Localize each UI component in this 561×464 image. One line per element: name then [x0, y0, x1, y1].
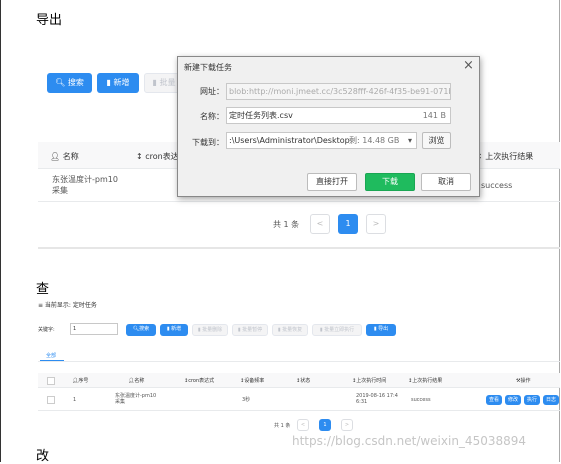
- log-button[interactable]: 日志: [543, 395, 559, 405]
- left-border: [0, 0, 1, 462]
- name-label: 名称：: [200, 112, 224, 121]
- b-col-cron: ↕cron表达式: [184, 378, 215, 384]
- cancel-button[interactable]: 取消: [421, 173, 471, 191]
- tab-all[interactable]: 全部: [46, 352, 56, 359]
- keyword-input[interactable]: 1: [70, 323, 118, 335]
- col-last-result-header: ↕ 上次执行结果: [476, 151, 533, 162]
- b-batch-resume-button[interactable]: ▮ 批量恢复: [272, 324, 308, 336]
- add-button[interactable]: ▮ 新增: [97, 73, 139, 93]
- search-icon: 🔍︎: [55, 78, 66, 87]
- row-result: success: [481, 181, 513, 190]
- file-icon: ▮: [106, 78, 111, 87]
- b-search-button[interactable]: 🔍︎搜索: [126, 324, 156, 336]
- filename-field[interactable]: 定时任务列表.csv 141 B: [226, 107, 451, 124]
- b-batch-pause-button[interactable]: ▮ 批量暂停: [232, 324, 268, 336]
- heading-edit: 改: [36, 449, 50, 464]
- right-border: [559, 0, 560, 462]
- sort-icon: ↕: [136, 152, 143, 161]
- keyword-label: 关键字:: [38, 327, 55, 333]
- b-row-time: 2019-08-16 17:4 6:31: [356, 393, 398, 405]
- file-icon: ▮: [197, 327, 201, 333]
- b-col-freq: ↕设备频率: [240, 378, 265, 384]
- dialog-title: 新建下载任务: [184, 63, 232, 72]
- b-row-name: 东张温度计-pm10 采集: [115, 393, 157, 405]
- file-icon: ▮: [373, 326, 377, 332]
- b-total: 共 1 条: [274, 423, 291, 429]
- path-select[interactable]: :\Users\Administrator\Desktop 剩: 14.48 G…: [226, 132, 417, 149]
- b-batch-run-button[interactable]: ▮ 批量立即执行: [312, 324, 362, 336]
- tabs-divider: [38, 361, 560, 362]
- heading-query: 查: [36, 282, 50, 297]
- file-size: 141 B: [422, 111, 446, 120]
- b-row-divider: [38, 410, 560, 411]
- prev-page-button[interactable]: <: [310, 214, 330, 234]
- b-export-button[interactable]: ▮ 导出: [366, 324, 396, 336]
- open-directly-button[interactable]: 直接打开: [307, 173, 357, 191]
- chevron-down-icon: ▾: [407, 136, 412, 145]
- user-icon: 👤︎: [50, 152, 61, 161]
- url-label: 网址：: [200, 87, 224, 96]
- row-checkbox[interactable]: [47, 396, 55, 404]
- b-col-status: ↕状态: [296, 378, 311, 384]
- url-field[interactable]: blob:http://moni.jmeet.cc/3c528fff-426f-…: [226, 83, 451, 100]
- file-icon: ▮: [319, 327, 323, 333]
- b-next-page-button[interactable]: >: [341, 419, 353, 431]
- b-col-name: 👤︎名称: [128, 378, 145, 384]
- free-space: 剩: 14.48 GB: [349, 136, 400, 145]
- edit-button[interactable]: 修改: [505, 395, 521, 405]
- file-icon: ▮: [166, 326, 170, 332]
- close-icon[interactable]: ×: [463, 58, 474, 73]
- b-col-index: 👤︎序号: [72, 378, 89, 384]
- path-label: 下载到：: [192, 138, 224, 147]
- b-row-result: success: [411, 397, 431, 403]
- watermark: https://blog.csdn.net/weixin_45038894: [292, 434, 527, 448]
- top-total: 共 1 条: [273, 220, 300, 229]
- search-button[interactable]: 🔍︎ 搜索: [47, 73, 92, 93]
- b-row-index: 1: [73, 397, 77, 403]
- select-all-checkbox[interactable]: [47, 377, 55, 385]
- row-name: 东张温度计-pm10 采集: [52, 175, 118, 195]
- col-name-header: 👤︎ 名称: [50, 152, 79, 161]
- file-icon: ▮: [277, 327, 281, 333]
- b-prev-page-button[interactable]: <: [297, 419, 309, 431]
- b-col-actions: ⚒操作: [516, 378, 531, 384]
- b-page-1-button[interactable]: 1: [319, 419, 331, 431]
- download-button[interactable]: 下载: [365, 173, 415, 191]
- top-screenshot-bottom-border: [38, 247, 560, 249]
- top-row-divider: [38, 201, 560, 202]
- view-button[interactable]: 查看: [486, 395, 502, 405]
- b-add-button[interactable]: ▮ 新增: [160, 324, 188, 336]
- page-1-button[interactable]: 1: [338, 214, 358, 234]
- file-icon: ▮: [237, 327, 241, 333]
- file-icon: ▮: [152, 78, 157, 87]
- b-row-freq: 3秒: [242, 397, 251, 403]
- browse-button[interactable]: 浏览: [422, 132, 451, 149]
- next-page-button[interactable]: >: [366, 214, 386, 234]
- heading-export: 导出: [36, 13, 63, 28]
- b-col-last-time: ↕上次执行时间: [352, 378, 387, 384]
- b-col-last-result: ↕上次执行结果: [408, 378, 443, 384]
- run-button[interactable]: 执行: [524, 395, 540, 405]
- download-dialog: 新建下载任务 × 网址： blob:http://moni.jmeet.cc/3…: [177, 56, 480, 197]
- b-batch-delete-button[interactable]: ▮ 批量删除: [192, 324, 228, 336]
- breadcrumb: ≡ 当前显示: 定时任务: [38, 302, 97, 309]
